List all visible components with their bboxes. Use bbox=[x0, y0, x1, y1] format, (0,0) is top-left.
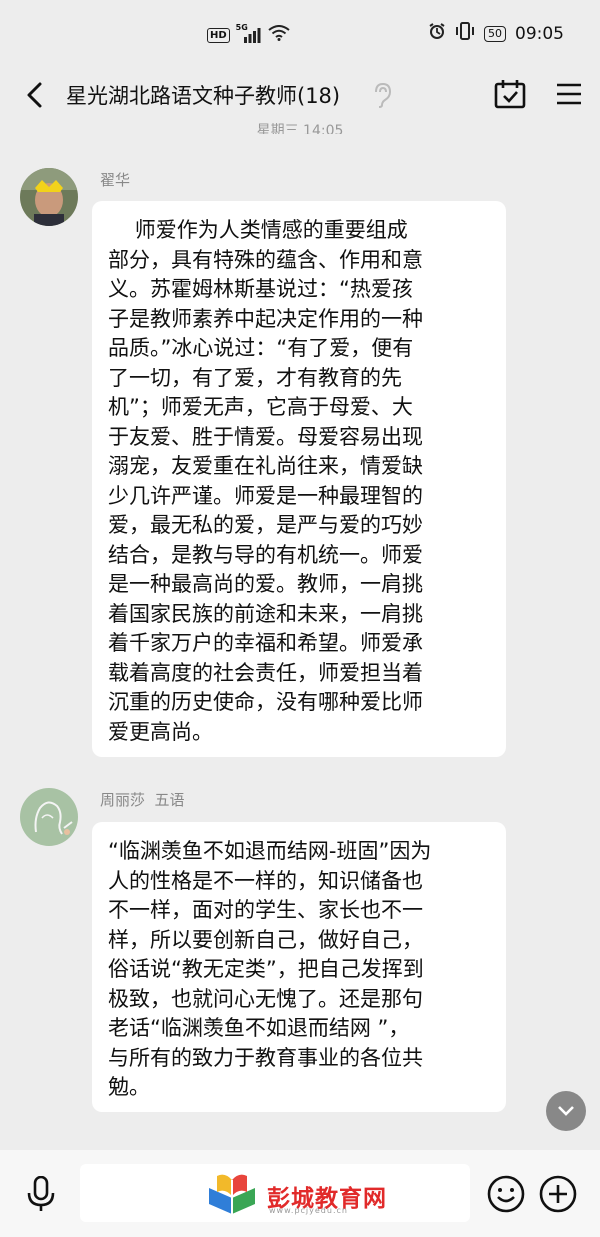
vibrate-icon bbox=[455, 22, 475, 45]
watermark-url: www.pcjyedu.cn bbox=[269, 1206, 348, 1215]
message-line: 勉。 bbox=[108, 1075, 150, 1099]
message-line: 品质。”冰心说过：“有了爱，便有 bbox=[108, 336, 414, 360]
more-button[interactable] bbox=[539, 1175, 577, 1217]
back-button[interactable] bbox=[22, 80, 50, 110]
message-line: 是一种最高尚的爱。教师，一肩挑 bbox=[108, 572, 423, 596]
plus-icon bbox=[539, 1175, 577, 1213]
battery-indicator: 50 bbox=[484, 25, 506, 42]
menu-button[interactable] bbox=[556, 83, 582, 109]
calendar-check-icon bbox=[494, 80, 526, 109]
message-line: 少几许严谨。师爱是一种最理智的 bbox=[108, 483, 423, 508]
alarm-icon bbox=[428, 22, 446, 45]
book-logo-icon bbox=[209, 1174, 255, 1214]
network-type: 5G bbox=[235, 23, 248, 32]
message-bubble[interactable]: “临渊羡鱼不如退而结网-班固”因为 人的性格是不一样的，知识储备也 不一样，面对… bbox=[92, 822, 506, 1112]
message-line: 俗话说“教无定类”，把自己发挥到 bbox=[108, 957, 424, 981]
menu-icon bbox=[557, 83, 581, 105]
avatar[interactable] bbox=[20, 788, 78, 846]
message-bubble[interactable]: 师爱作为人类情感的重要组成 部分，具有特殊的蕴含、作用和意 义。苏霍姆林斯基说过… bbox=[92, 201, 506, 757]
message-line: 样，所以要创新自己，做好自己， bbox=[108, 927, 423, 952]
message-line: 子是教师素养中起决定作用的一种 bbox=[108, 306, 423, 331]
message-line: 不一样，面对的学生、家长也不一 bbox=[108, 898, 423, 922]
message-line: 溺宠，友爱重在礼尚往来，情爱缺 bbox=[108, 454, 423, 478]
calendar-button[interactable] bbox=[494, 79, 526, 113]
chat-header: 星光湖北路语文种子教师(18) bbox=[0, 66, 600, 124]
message-line: 着国家民族的前途和未来，一肩挑 bbox=[108, 601, 423, 626]
message-line: 师爱作为人类情感的重要组成 bbox=[108, 218, 408, 242]
message-line: 与所有的致力于教育事业的各位共 bbox=[108, 1045, 423, 1070]
message-line: 结合，是教与导的有机统一。师爱 bbox=[108, 542, 423, 567]
message-line: “临渊羡鱼不如退而结网-班固”因为 bbox=[108, 839, 432, 863]
message-line: 沉重的历史使命，没有哪种爱比师 bbox=[108, 690, 423, 714]
input-bar: 彭城教育网 www.pcjyedu.cn bbox=[0, 1150, 600, 1237]
signal-icon: 5G bbox=[236, 23, 262, 43]
message-line: 义。苏霍姆林斯基说过：“热爱孩 bbox=[108, 277, 413, 301]
time-separator: 星期三 14:05 bbox=[256, 123, 344, 134]
scroll-to-bottom-button[interactable] bbox=[546, 1091, 586, 1131]
message-line: 着千家万户的幸福和希望。师爱承 bbox=[108, 631, 423, 655]
clock: 09:05 bbox=[515, 23, 564, 44]
microphone-icon bbox=[27, 1175, 55, 1211]
ear-icon bbox=[372, 82, 392, 112]
message-line: 机”；师爱无声，它高于母爱、大 bbox=[108, 395, 413, 419]
chat-title: 星光湖北路语文种子教师(18) bbox=[66, 84, 341, 108]
message-input[interactable]: 彭城教育网 www.pcjyedu.cn bbox=[80, 1164, 470, 1222]
message-line: 爱更高尚。 bbox=[108, 719, 213, 744]
sender-name: 周丽莎 五语 bbox=[100, 791, 185, 809]
voice-input-button[interactable] bbox=[26, 1175, 56, 1216]
wifi-icon bbox=[268, 25, 290, 45]
message-line: 载着高度的社会责任，师爱担当着 bbox=[108, 660, 423, 685]
status-bar: HD 5G 50 09:05 bbox=[0, 0, 600, 66]
sender-name: 翟华 bbox=[100, 171, 131, 189]
avatar[interactable] bbox=[20, 168, 78, 226]
back-icon bbox=[27, 82, 42, 108]
message-line: 老话“临渊羡鱼不如退而结网 ”， bbox=[108, 1016, 410, 1040]
watermark-logo: 彭城教育网 www.pcjyedu.cn bbox=[205, 1170, 405, 1216]
message-line: 了一切，有了爱，才有教育的先 bbox=[108, 365, 402, 390]
message-line: 人的性格是不一样的，知识储备也 bbox=[108, 868, 423, 893]
chevron-down-icon bbox=[558, 1106, 574, 1116]
message-line: 爱，最无私的爱，是严与爱的巧妙 bbox=[108, 513, 423, 537]
message-line: 极致，也就问心无愧了。还是那句 bbox=[108, 986, 423, 1011]
message-line: 于友爱、胜于情爱。母爱容易出现 bbox=[108, 424, 423, 449]
message-line: 部分，具有特殊的蕴含、作用和意 bbox=[108, 247, 423, 272]
emoji-button[interactable] bbox=[487, 1175, 525, 1217]
hd-badge: HD bbox=[207, 27, 230, 43]
emoji-icon bbox=[487, 1175, 525, 1213]
